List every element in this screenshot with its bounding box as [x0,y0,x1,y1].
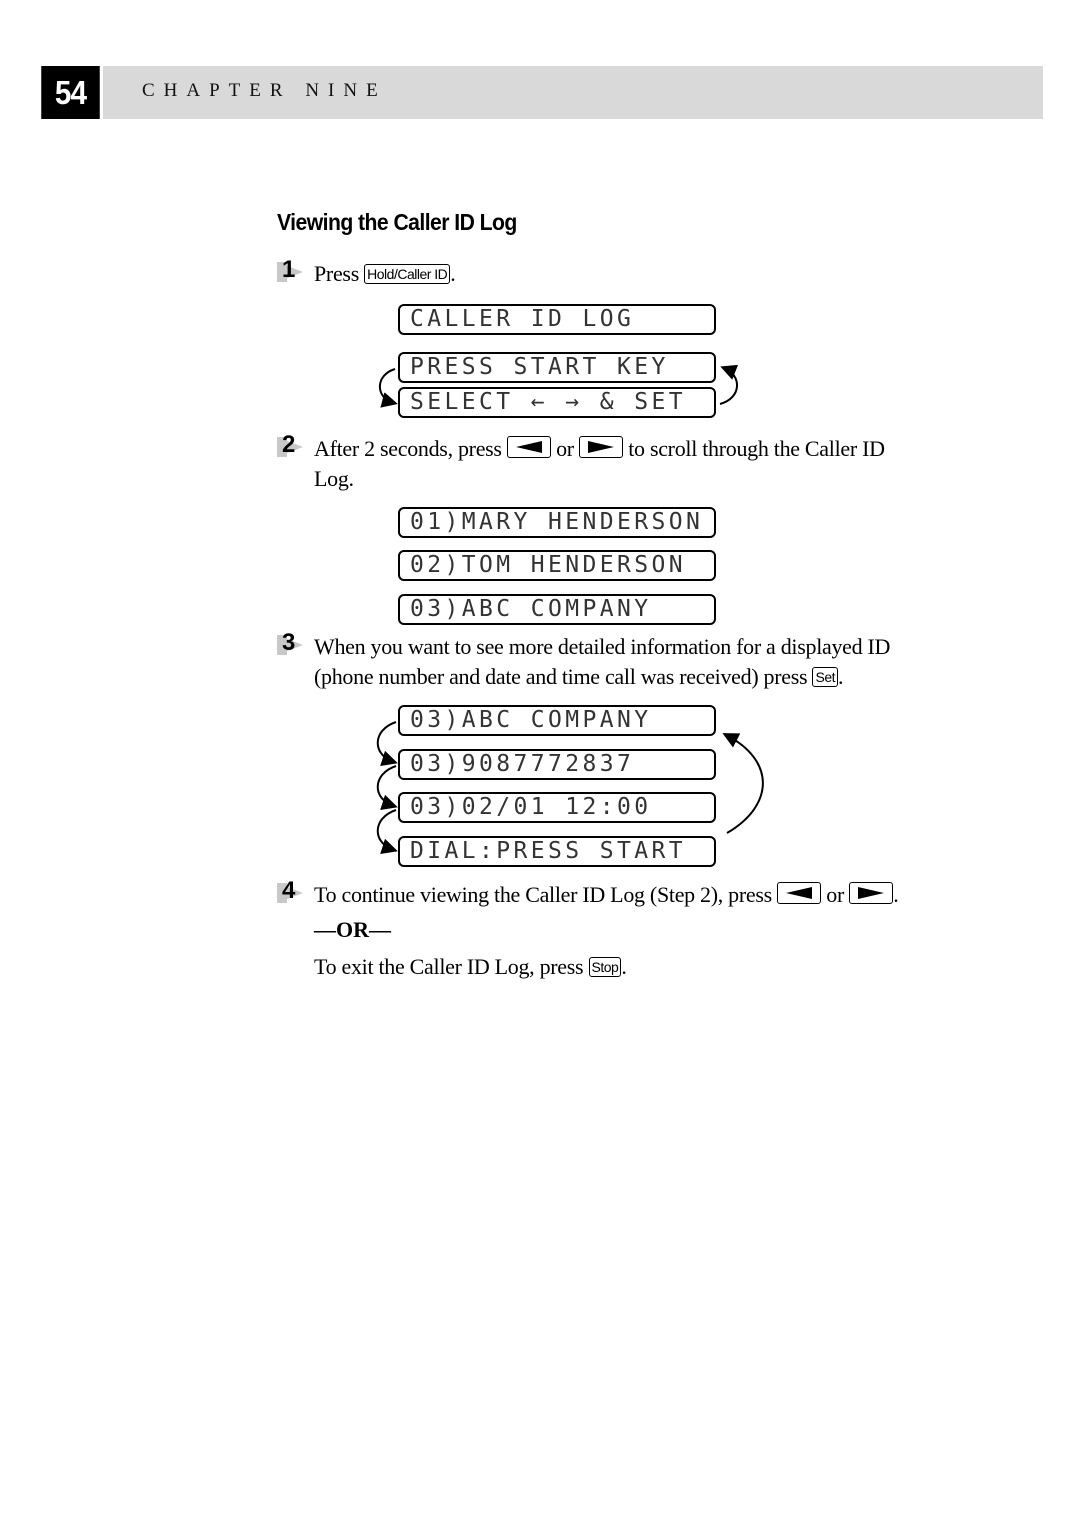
step-4-alt-text: To exit the Caller ID Log, press Stop. [314,954,627,979]
lcd-display: DIAL:PRESS START [398,836,716,867]
step-2-text: After 2 seconds, press or to scroll thro… [314,436,885,491]
lcd-display: PRESS START KEY [398,352,716,383]
step-4-text: To continue viewing the Caller ID Log (S… [314,882,899,907]
lcd-display: 03)ABC COMPANY [398,594,716,625]
lcd-display: 03)02/01 12:00 [398,792,716,823]
lcd-display: 03)9087772837 [398,749,716,780]
stop-key: Stop [588,957,622,977]
or-separator: —OR— [314,917,391,942]
lcd-display: 02)TOM HENDERSON [398,550,716,581]
chapter-title: CHAPTER NINE [142,80,387,101]
page-number: 54 [41,66,100,119]
step-3-text: When you want to see more detailed infor… [314,634,891,689]
right-arrow-key-icon [849,882,894,904]
lcd-display: 01)MARY HENDERSON [398,507,716,538]
next-arrow-icon [376,765,398,810]
cycle-arrow-icon [719,364,739,405]
right-arrow-key-icon [579,436,624,458]
cycle-arrow-icon [378,368,398,408]
next-arrow-icon [376,809,398,854]
step-1-text: Press Hold/Caller ID. [314,261,456,286]
lcd-display: CALLER ID LOG [398,304,716,335]
step-number-badge: 4 [277,877,311,906]
next-arrow-icon [376,721,398,766]
lcd-display: SELECT ← → & SET [398,387,716,418]
lcd-display: 03)ABC COMPANY [398,705,716,736]
left-arrow-key-icon [777,882,822,904]
step-number-badge: 2 [277,431,311,460]
set-key: Set [812,667,838,687]
hold-caller-id-key: Hold/Caller ID [364,264,451,284]
step-number-badge: 3 [277,629,311,658]
left-arrow-key-icon [506,436,551,458]
return-arrow-icon [722,733,764,834]
section-title: Viewing the Caller ID Log [277,209,517,235]
step-number-badge: 1 [277,256,311,285]
